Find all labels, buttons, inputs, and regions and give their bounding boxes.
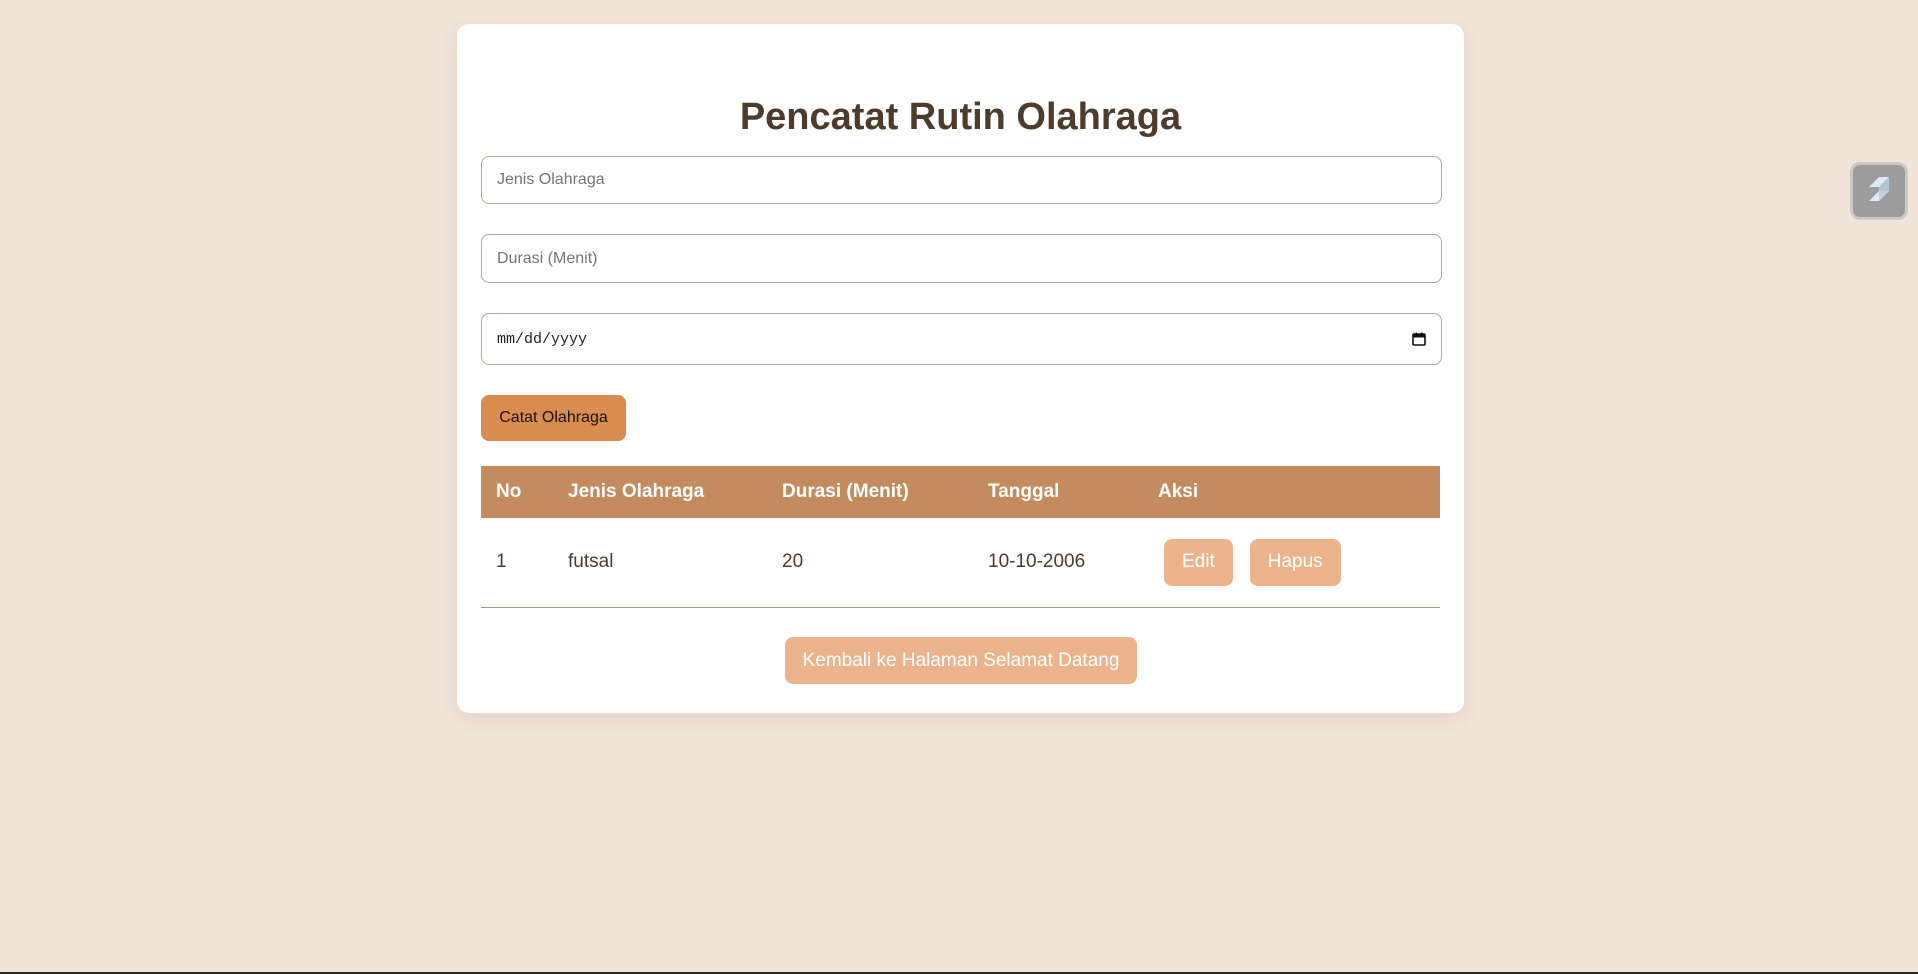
column-header-jenis: Jenis Olahraga	[553, 466, 767, 518]
jenis-olahraga-input[interactable]	[481, 156, 1442, 204]
cell-jenis: futsal	[553, 518, 767, 608]
page-title: Pencatat Rutin Olahraga	[739, 96, 1182, 138]
hapus-button[interactable]: Hapus	[1249, 538, 1341, 586]
column-header-no: No	[481, 466, 553, 518]
tanggal-date-input[interactable]: mm/dd/yyyy	[481, 313, 1442, 365]
column-header-durasi: Durasi (Menit)	[767, 466, 973, 518]
extension-widget[interactable]	[1850, 162, 1908, 220]
cell-durasi: 20	[767, 518, 973, 608]
cell-tanggal: 10-10-2006	[973, 518, 1143, 608]
column-header-tanggal: Tanggal	[973, 466, 1143, 518]
durasi-input[interactable]	[481, 234, 1442, 283]
edit-button[interactable]: Edit	[1164, 538, 1233, 586]
cell-no: 1	[481, 518, 553, 608]
exercise-table: No Jenis Olahraga Durasi (Menit) Tanggal…	[481, 466, 1440, 608]
cell-aksi: Edit Hapus	[1143, 518, 1440, 608]
catat-olahraga-button[interactable]: Catat Olahraga	[481, 395, 626, 441]
calendar-icon[interactable]	[1411, 331, 1427, 347]
table-row: 1 futsal 20 10-10-2006 Edit Hapus	[481, 518, 1440, 608]
extension-icon	[1861, 171, 1897, 212]
column-header-aksi: Aksi	[1143, 466, 1440, 518]
table-header-row: No Jenis Olahraga Durasi (Menit) Tanggal…	[481, 466, 1440, 518]
date-placeholder: mm/dd/yyyy	[497, 330, 588, 348]
back-to-welcome-button[interactable]: Kembali ke Halaman Selamat Datang	[785, 637, 1137, 684]
main-card: Pencatat Rutin Olahraga mm/dd/yyyy Catat…	[457, 24, 1464, 713]
